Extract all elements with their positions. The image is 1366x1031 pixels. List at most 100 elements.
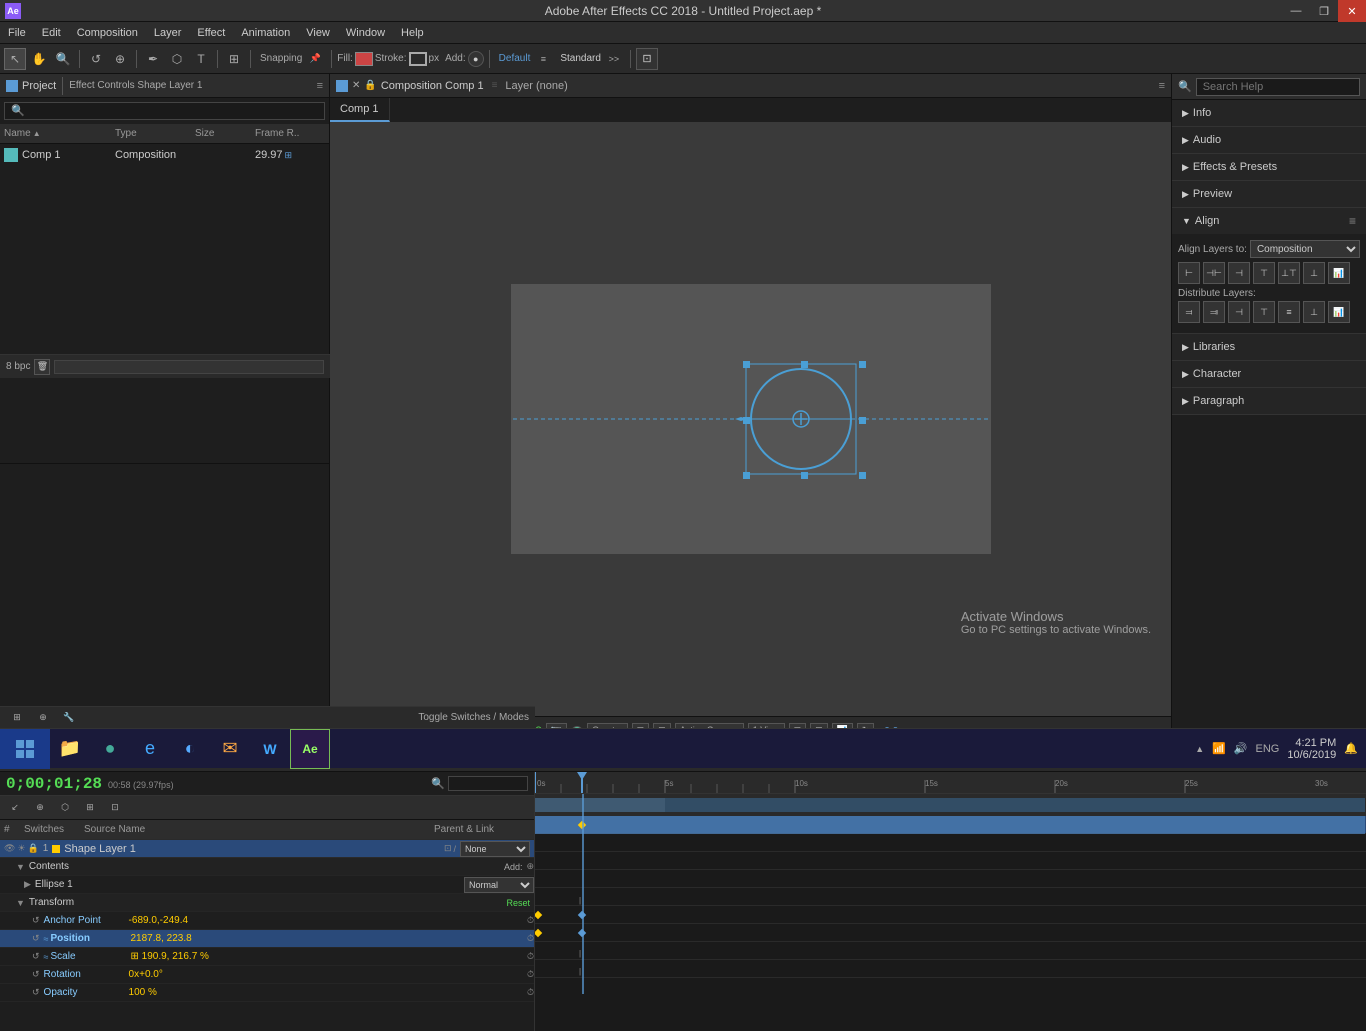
taskbar-hidden-icons[interactable]: ▲ <box>1195 744 1204 754</box>
taskbar-edge[interactable]: ◐ <box>170 729 210 769</box>
current-time-display[interactable]: 0;00;01;28 <box>6 775 102 793</box>
scale-stopwatch[interactable]: ⏱ <box>527 951 534 962</box>
dist-top-btn[interactable]: ⊤ <box>1253 301 1275 323</box>
taskbar-ae[interactable]: Ae <box>290 729 330 769</box>
effects-presets-title[interactable]: ▶ Effects & Presets <box>1172 154 1366 180</box>
layer-1-eye[interactable]: 👁 <box>4 843 15 854</box>
taskbar-chrome[interactable]: ● <box>90 729 130 769</box>
close-button[interactable]: ✕ <box>1338 0 1366 22</box>
taskbar-ie[interactable]: e <box>130 729 170 769</box>
position-value[interactable]: 2187.8, 223.8 <box>131 933 527 944</box>
dist-col-graph[interactable]: 📊 <box>1328 301 1350 323</box>
scale-value[interactable]: ⊞ 190.9, 216.7 % <box>131 951 527 962</box>
menu-animation[interactable]: Animation <box>233 22 298 44</box>
dist-center-v-btn[interactable]: ≡ <box>1278 301 1300 323</box>
opacity-value[interactable]: 100 % <box>129 987 527 998</box>
audio-title[interactable]: ▶ Audio <box>1172 127 1366 153</box>
menu-effect[interactable]: Effect <box>189 22 233 44</box>
align-bottom-btn[interactable]: ⊥ <box>1303 262 1325 284</box>
tool-shape[interactable]: ⊞ <box>223 48 245 70</box>
layer-1-blend-mode[interactable]: None <box>460 841 530 857</box>
contents-arrow[interactable]: ▼ <box>16 862 25 872</box>
dist-right-btn[interactable]: ⊣ <box>1228 301 1250 323</box>
align-layers-dropdown[interactable]: Composition <box>1250 240 1360 258</box>
tl-switch-2[interactable]: / <box>453 844 456 854</box>
trash-btn[interactable]: 🗑 <box>34 359 50 375</box>
tool-select[interactable]: ↖ <box>4 48 26 70</box>
fill-color[interactable] <box>355 52 373 66</box>
effect-controls-tab[interactable]: Effect Controls Shape Layer 1 <box>69 80 202 91</box>
align-menu-icon[interactable]: ≡ <box>1349 214 1356 228</box>
tl-foot-1[interactable]: ⊞ <box>6 707 28 729</box>
align-left-btn[interactable]: ⊢ <box>1178 262 1200 284</box>
ellipse-blend[interactable]: Normal <box>464 877 534 893</box>
tool-hand[interactable]: ✋ <box>28 48 50 70</box>
info-title[interactable]: ▶ Info <box>1172 100 1366 126</box>
panel-icon[interactable]: ⊡ <box>636 48 658 70</box>
layer-1-solo[interactable]: ☀ <box>17 843 25 854</box>
menu-composition[interactable]: Composition <box>69 22 146 44</box>
anchor-stopwatch[interactable]: ⏱ <box>527 915 534 926</box>
align-title[interactable]: ▼ Align ≡ <box>1172 208 1366 234</box>
paragraph-title[interactable]: ▶ Paragraph <box>1172 388 1366 414</box>
tl-ctrl-4[interactable]: ⊞ <box>79 797 101 819</box>
tool-text[interactable]: T <box>190 48 212 70</box>
character-title[interactable]: ▶ Character <box>1172 361 1366 387</box>
layer-1-lock[interactable]: 🔒 <box>28 843 39 854</box>
reset-btn[interactable]: Reset <box>506 898 530 908</box>
tool-rotate[interactable]: ↺ <box>85 48 107 70</box>
tool-camera[interactable]: ⊕ <box>109 48 131 70</box>
dist-bottom-btn[interactable]: ⊥ <box>1303 301 1325 323</box>
anchor-value[interactable]: -689.0,-249.4 <box>129 915 527 926</box>
tl-ctrl-2[interactable]: ⊕ <box>29 797 51 819</box>
scale-keyframe-start[interactable] <box>535 929 542 937</box>
project-menu-icon[interactable]: ≡ <box>317 80 323 92</box>
taskbar-outlook[interactable]: ✉ <box>210 729 250 769</box>
menu-view[interactable]: View <box>298 22 338 44</box>
add-btn[interactable]: ● <box>468 51 484 67</box>
taskbar-explorer[interactable]: 📁 <box>50 729 90 769</box>
start-button[interactable] <box>0 729 50 769</box>
pos-keyframe-current[interactable] <box>578 911 586 919</box>
opacity-stopwatch[interactable]: ⏱ <box>527 987 534 998</box>
scale-keyframe-current[interactable] <box>578 929 586 937</box>
layer-1-row[interactable]: 👁 ☀ 🔒 1 Shape Layer 1 ⊡ / None <box>0 840 534 858</box>
maximize-button[interactable]: ❐ <box>1310 0 1338 22</box>
taskbar-notifications[interactable]: 🔔 <box>1344 742 1358 755</box>
stroke-color[interactable] <box>409 52 427 66</box>
taskbar-word[interactable]: W <box>250 729 290 769</box>
tl-ctrl-1[interactable]: ↙ <box>4 797 26 819</box>
position-link[interactable]: ≈ <box>44 934 49 944</box>
preview-title[interactable]: ▶ Preview <box>1172 181 1366 207</box>
search-help-input[interactable] <box>1196 78 1360 96</box>
pos-keyframe-start[interactable] <box>535 911 542 919</box>
position-stopwatch[interactable]: ⏱ <box>527 933 534 944</box>
tl-switch-1[interactable]: ⊡ <box>444 843 452 854</box>
minimize-button[interactable]: — <box>1282 0 1310 22</box>
align-col-graph[interactable]: 📊 <box>1328 262 1350 284</box>
comp-panel-menu[interactable]: ≡ <box>1159 80 1165 92</box>
workspace-expand[interactable]: >> <box>603 48 625 70</box>
toggle-switches-label[interactable]: Toggle Switches / Modes <box>418 712 529 723</box>
add-contents-btn[interactable]: ⊕ <box>526 861 534 872</box>
snapping-btn[interactable]: 📌 <box>304 48 326 70</box>
align-top-btn[interactable]: ⊤ <box>1253 262 1275 284</box>
tool-pen[interactable]: ✒ <box>142 48 164 70</box>
workspace-menu[interactable]: ≡ <box>532 48 554 70</box>
tl-ctrl-5[interactable]: ⊡ <box>104 797 126 819</box>
menu-layer[interactable]: Layer <box>146 22 190 44</box>
layer-track[interactable] <box>535 816 1366 834</box>
menu-file[interactable]: File <box>0 22 34 44</box>
comp-tab-1[interactable]: Comp 1 <box>330 98 390 122</box>
tl-foot-3[interactable]: 🔧 <box>58 707 80 729</box>
libraries-title[interactable]: ▶ Libraries <box>1172 334 1366 360</box>
align-center-v-btn[interactable]: ⊥⊤ <box>1278 262 1300 284</box>
menu-edit[interactable]: Edit <box>34 22 69 44</box>
align-right-btn[interactable]: ⊣ <box>1228 262 1250 284</box>
comp-panel-close[interactable]: ✕ <box>352 80 360 91</box>
dist-left-btn[interactable]: ⫤ <box>1178 301 1200 323</box>
comp-panel-lock[interactable]: 🔒 <box>364 80 376 91</box>
menu-help[interactable]: Help <box>393 22 432 44</box>
ellipse-arrow[interactable]: ▶ <box>24 879 31 890</box>
rotation-stopwatch[interactable]: ⏱ <box>527 969 534 980</box>
